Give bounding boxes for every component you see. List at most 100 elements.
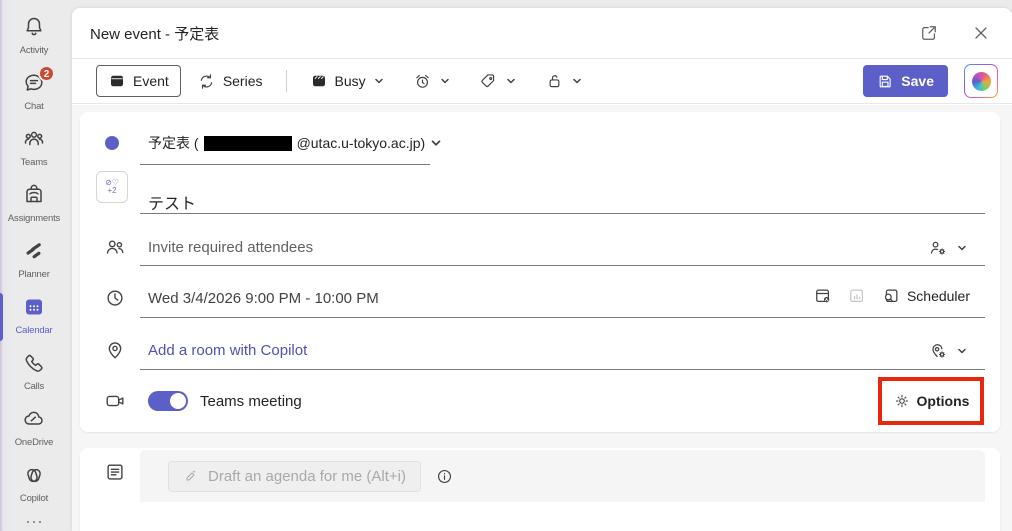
pin-gear-icon [928,341,948,361]
tag-icon [479,72,498,91]
sidebar-label: Calls [0,381,68,392]
people-icon [104,236,126,258]
chevron-down-icon [956,345,968,357]
sidebar-item-copilot[interactable]: Copilot [0,461,68,513]
pen-sparkle-icon [183,468,199,484]
person-gear-icon [928,238,948,258]
sidebar-label: Copilot [0,493,68,504]
copilot-icon [22,463,46,487]
sidebar-item-calendar[interactable]: Calendar [0,293,68,345]
draft-agenda-button[interactable]: Draft an agenda for me (Alt+i) [168,461,421,492]
event-tab-button[interactable]: Event [96,65,181,97]
save-icon [877,73,894,90]
sidebar-item-planner[interactable]: Planner [0,237,68,289]
description-card: Draft an agenda for me (Alt+i) [80,448,1000,531]
backpack-icon [22,183,46,207]
cloud-icon [22,407,46,431]
sidebar-label: Calendar [0,325,68,336]
copilot-button[interactable] [964,64,998,98]
calendar-color-dot [105,136,119,150]
chevron-down-icon [373,75,385,87]
add-room-copilot-link[interactable]: Add a room with Copilot [148,342,307,359]
highlight-box-annotation: Options [878,377,984,425]
teams-meeting-toggle[interactable] [148,391,188,411]
new-event-dialog: New event - 予定表 Event Series [72,8,1012,531]
dialog-header: New event - 予定表 [72,8,1012,59]
sidebar-label: Chat [0,101,68,112]
privacy-dropdown[interactable] [533,65,595,97]
teams-people-icon [22,127,46,151]
sidebar-item-onedrive[interactable]: OneDrive [0,405,68,457]
camera-icon [104,390,126,412]
scheduler-icon [881,286,901,306]
datetime-input[interactable]: Wed 3/4/2026 9:00 PM - 10:00 PM [148,290,379,307]
chevron-down-icon [571,75,583,87]
field-underline [140,369,985,370]
calendar-chart-icon-disabled [847,286,867,306]
sidebar-item-activity[interactable]: Activity [0,13,68,65]
calendar-person-icon[interactable] [813,286,833,306]
toolbar-divider [286,70,287,92]
chevron-down-icon [505,75,517,87]
field-underline [140,317,985,318]
sidebar-label: Planner [0,269,68,280]
series-tab-button[interactable]: Series [185,65,275,97]
field-underline [140,265,985,266]
save-button[interactable]: Save [863,65,948,97]
clock-icon [104,287,126,309]
sidebar-item-assignments[interactable]: Assignments [0,181,68,233]
gear-icon [893,392,911,410]
notes-icon [104,461,126,483]
teams-app-window: Activity 2 Chat Teams Assignments [0,0,1012,531]
category-dropdown[interactable] [467,65,529,97]
options-button[interactable]: Options [917,393,970,409]
show-as-busy-dropdown[interactable]: Busy [298,65,397,97]
sidebar-item-calls[interactable]: Calls [0,349,68,401]
event-icon [108,72,126,90]
sidebar-label: Assignments [0,213,68,224]
scheduler-button[interactable]: Scheduler [881,286,970,306]
busy-icon [310,72,328,90]
bell-icon [22,15,46,39]
field-underline [140,164,430,165]
event-toolbar: Event Series Busy [72,59,1012,104]
copilot-logo-icon [972,72,991,91]
planner-icon [22,239,46,263]
attendee-options-dropdown[interactable] [928,238,968,258]
app-rail: Activity 2 Chat Teams Assignments [0,0,68,531]
repeat-icon [197,72,216,91]
open-in-new-window-icon[interactable] [916,20,942,46]
calendar-icon [22,295,46,319]
sidebar-label: OneDrive [0,437,68,448]
emoji-picker-button[interactable]: ⊘♡ +2 [96,171,128,203]
chat-unread-badge: 2 [38,65,55,82]
alarm-icon [413,72,432,91]
more-apps-icon[interactable]: ⋯ [0,512,68,531]
chat-icon: 2 [22,71,46,95]
field-underline [140,213,985,214]
chevron-down-icon [429,136,443,150]
sidebar-label: Teams [0,157,68,168]
event-details-card: 予定表 (@utac.u-tokyo.ac.jp) ⊘♡ +2 テスト Invi… [80,112,1000,432]
redacted-email [204,136,292,151]
dialog-title: New event - 予定表 [90,23,219,44]
sidebar-item-teams[interactable]: Teams [0,125,68,177]
description-editor[interactable]: Draft an agenda for me (Alt+i) [140,450,985,502]
toggle-knob [170,393,186,409]
close-icon[interactable] [968,20,994,46]
location-options-dropdown[interactable] [928,341,968,361]
event-form: 予定表 (@utac.u-tokyo.ac.jp) ⊘♡ +2 テスト Invi… [72,105,1012,531]
lock-open-icon [545,72,564,91]
phone-icon [22,351,46,375]
event-title-input[interactable]: テスト [148,190,196,214]
location-pin-icon [104,339,126,361]
chevron-down-icon [956,242,968,254]
attendees-input[interactable]: Invite required attendees [148,239,313,256]
sidebar-label: Activity [0,45,68,56]
teams-meeting-label: Teams meeting [200,393,302,410]
chevron-down-icon [439,75,451,87]
calendar-picker-dropdown[interactable]: 予定表 (@utac.u-tokyo.ac.jp) [148,133,443,153]
info-icon[interactable] [435,467,454,486]
reminder-dropdown[interactable] [401,65,463,97]
sidebar-item-chat[interactable]: 2 Chat [0,69,68,121]
